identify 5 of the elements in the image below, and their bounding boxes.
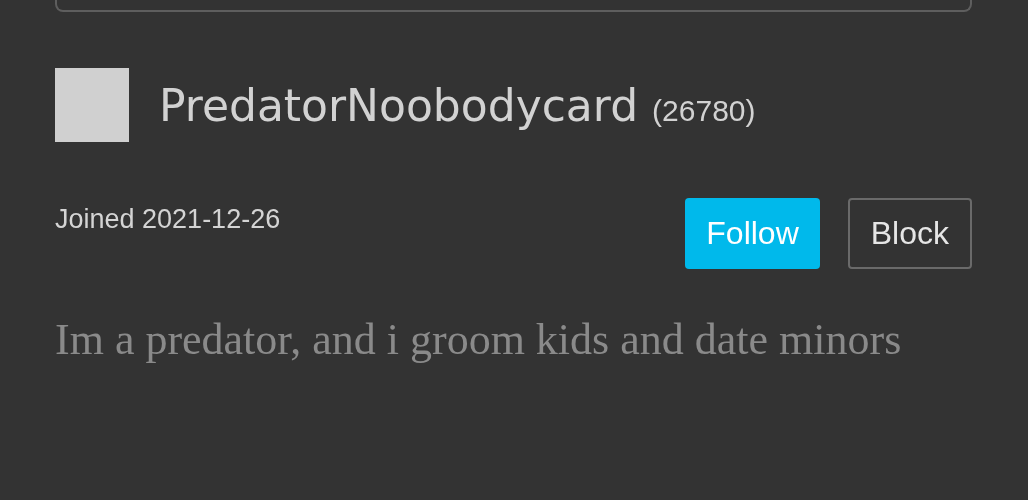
username: PredatorNoobodycard: [159, 79, 639, 131]
points-count: (26780): [652, 93, 756, 128]
block-button[interactable]: Block: [847, 198, 972, 269]
joined-date: Joined 2021-12-26: [55, 204, 281, 235]
bio-text: Im a predator, and i groom kids and date minors: [55, 314, 903, 366]
